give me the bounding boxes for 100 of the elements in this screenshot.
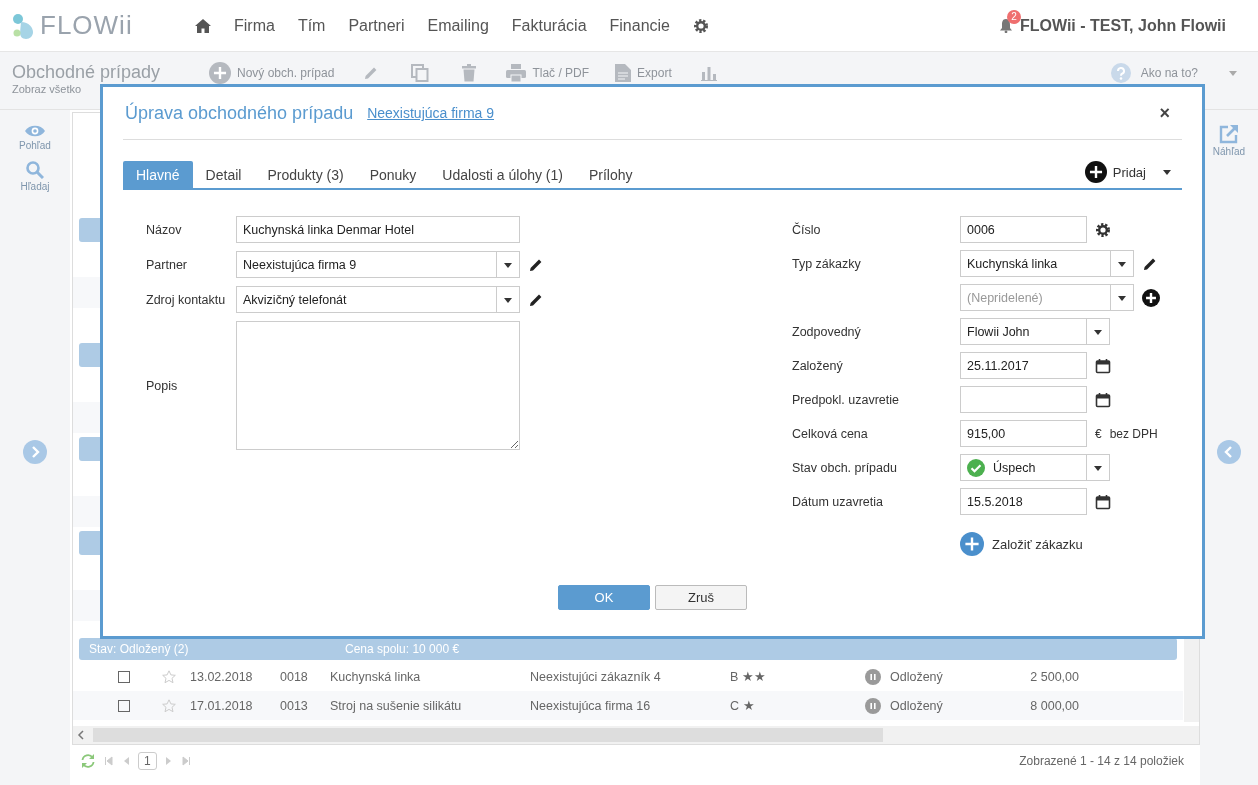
name-cell-text: Stroj na sušenie silikátu — [330, 698, 463, 713]
caret-icon — [503, 295, 513, 304]
nav-link[interactable]: Emailing — [427, 16, 489, 35]
select-field[interactable]: Úspech — [960, 454, 1110, 481]
calendar-icon[interactable] — [1095, 391, 1111, 408]
field-label: Založený — [792, 358, 843, 373]
number-cell-text: 0013 — [280, 698, 309, 713]
horizontal-scrollbar[interactable] — [73, 726, 1199, 744]
dialog-title: Úprava obchodného prípadu — [125, 102, 354, 124]
tab[interactable]: Udalosti a úlohy (1) — [429, 161, 576, 188]
nav-link[interactable]: Financie — [609, 16, 670, 35]
field-label: Číslo — [792, 222, 821, 237]
calendar-icon[interactable] — [1095, 357, 1111, 374]
eye-icon — [25, 124, 45, 138]
bar-chart-icon[interactable] — [700, 65, 717, 81]
caret-icon — [1228, 69, 1238, 77]
printer-icon — [506, 64, 527, 82]
caret-icon — [1117, 259, 1127, 268]
pager-summary: Zobrazené 1 - 14 z 14 položiek — [1019, 754, 1184, 768]
tab[interactable]: Prílohy — [575, 161, 646, 188]
name-cell-text: Kuchynská linka — [330, 669, 422, 684]
star-icon[interactable] — [162, 669, 176, 684]
nav-link[interactable]: Tím — [297, 16, 326, 35]
field-label: Zdroj kontaktu — [146, 292, 226, 307]
refresh-icon[interactable] — [80, 753, 96, 769]
group-label: Stav: Odložený (2) — [89, 642, 190, 657]
first-page-icon[interactable] — [104, 756, 114, 766]
priority-cell: C ★ — [730, 699, 755, 714]
caret-icon — [1117, 293, 1127, 302]
customer-cell-text: Neexistujúci zákazník 4 — [530, 669, 662, 684]
page-title: Obchodné prípady — [12, 62, 162, 83]
pause-icon — [865, 668, 881, 685]
page-button[interactable]: 1 — [138, 752, 157, 770]
nav-link[interactable]: Partneri — [348, 16, 405, 35]
external-link-icon — [1219, 124, 1239, 144]
input-field[interactable]: Kuchynská linka Denmar Hotel — [236, 216, 520, 243]
cancel-button[interactable]: Zruš — [655, 585, 747, 610]
search-icon — [26, 161, 44, 179]
price-cell-text: 2 500,00 — [1029, 669, 1079, 684]
trash-icon[interactable] — [461, 64, 478, 82]
copy-icon[interactable] — [411, 64, 430, 82]
chevron-left-icon[interactable] — [77, 730, 85, 740]
logo-text: FLOWii — [40, 10, 133, 41]
date-cell-text: 17.01.2018 — [190, 698, 254, 713]
calendar-icon[interactable] — [1095, 493, 1111, 510]
text-area[interactable] — [236, 321, 520, 450]
next-page-icon[interactable] — [164, 756, 173, 766]
user-name[interactable]: FLOWii - TEST, John Flowii — [1019, 16, 1226, 35]
add-button[interactable]: Pridaj — [1078, 160, 1178, 184]
previous-page-icon[interactable] — [122, 756, 130, 766]
settings-icon[interactable] — [693, 17, 709, 34]
tab[interactable]: Ponuky — [356, 161, 430, 188]
price-note: bez DPH — [1109, 426, 1158, 441]
select-field[interactable]: Akvizičný telefonát — [236, 286, 520, 313]
price-cell-text: 8 000,00 — [1029, 698, 1079, 713]
last-page-icon[interactable] — [180, 756, 191, 766]
logo-icon — [12, 12, 34, 39]
date-field[interactable]: 15.5.2018 — [960, 488, 1087, 515]
home-icon[interactable] — [195, 18, 211, 33]
field-label: Názov — [146, 222, 182, 237]
date-field[interactable]: 25.11.2017 — [960, 352, 1087, 379]
field-label: Stav obch. prípadu — [792, 460, 897, 475]
row-checkbox[interactable] — [118, 670, 130, 683]
tab[interactable]: Produkty (3) — [254, 161, 357, 188]
close-button[interactable]: × — [1153, 101, 1176, 125]
company-link[interactable]: Neexistujúca firma 9 — [367, 105, 494, 121]
status-cell-text: Odložený — [890, 698, 944, 713]
document-icon — [615, 64, 632, 82]
pause-icon — [865, 697, 881, 714]
caret-icon — [1162, 168, 1172, 176]
chevron-left-icon[interactable] — [1217, 440, 1241, 464]
bell-icon[interactable] — [999, 18, 1012, 33]
field-label: Dátum uzavretia — [792, 494, 883, 509]
date-cell-text: 13.02.2018 — [190, 669, 254, 684]
field-label: Typ zákazky — [792, 256, 861, 271]
chevron-right-icon[interactable] — [23, 440, 47, 464]
date-field[interactable] — [960, 386, 1087, 413]
select-field[interactable]: Neexistujúca firma 9 — [236, 251, 520, 278]
plus-circle-icon[interactable] — [1142, 288, 1160, 307]
row-checkbox[interactable] — [118, 699, 130, 712]
nav-link[interactable]: Fakturácia — [511, 16, 587, 35]
tab[interactable]: Detail — [192, 161, 255, 188]
input-field[interactable]: 915,00 — [960, 420, 1087, 447]
priority-cell: B ★★ — [730, 670, 766, 685]
star-icon[interactable] — [162, 698, 176, 713]
nav-link[interactable]: Firma — [234, 16, 275, 35]
field-label: Celková cena — [792, 426, 868, 441]
field-label: Zodpovedný — [792, 324, 861, 339]
settings-icon[interactable] — [1095, 221, 1111, 238]
plus-circle-icon — [960, 532, 984, 556]
select-field[interactable]: Flowii John — [960, 318, 1110, 345]
notification-badge: 2 — [1006, 9, 1021, 24]
check-circle-icon — [967, 458, 985, 477]
create-order-button[interactable]: Založiť zákazku — [960, 532, 1083, 556]
input-field[interactable]: 0006 — [960, 216, 1087, 243]
caret-icon — [503, 260, 513, 269]
group-total: Cena spolu: 10 000 € — [345, 642, 460, 657]
customer-cell-text: Neexistujúca firma 16 — [530, 698, 652, 713]
select-field[interactable]: Kuchynská linka — [960, 250, 1134, 277]
status-cell-text: Odložený — [890, 669, 944, 684]
